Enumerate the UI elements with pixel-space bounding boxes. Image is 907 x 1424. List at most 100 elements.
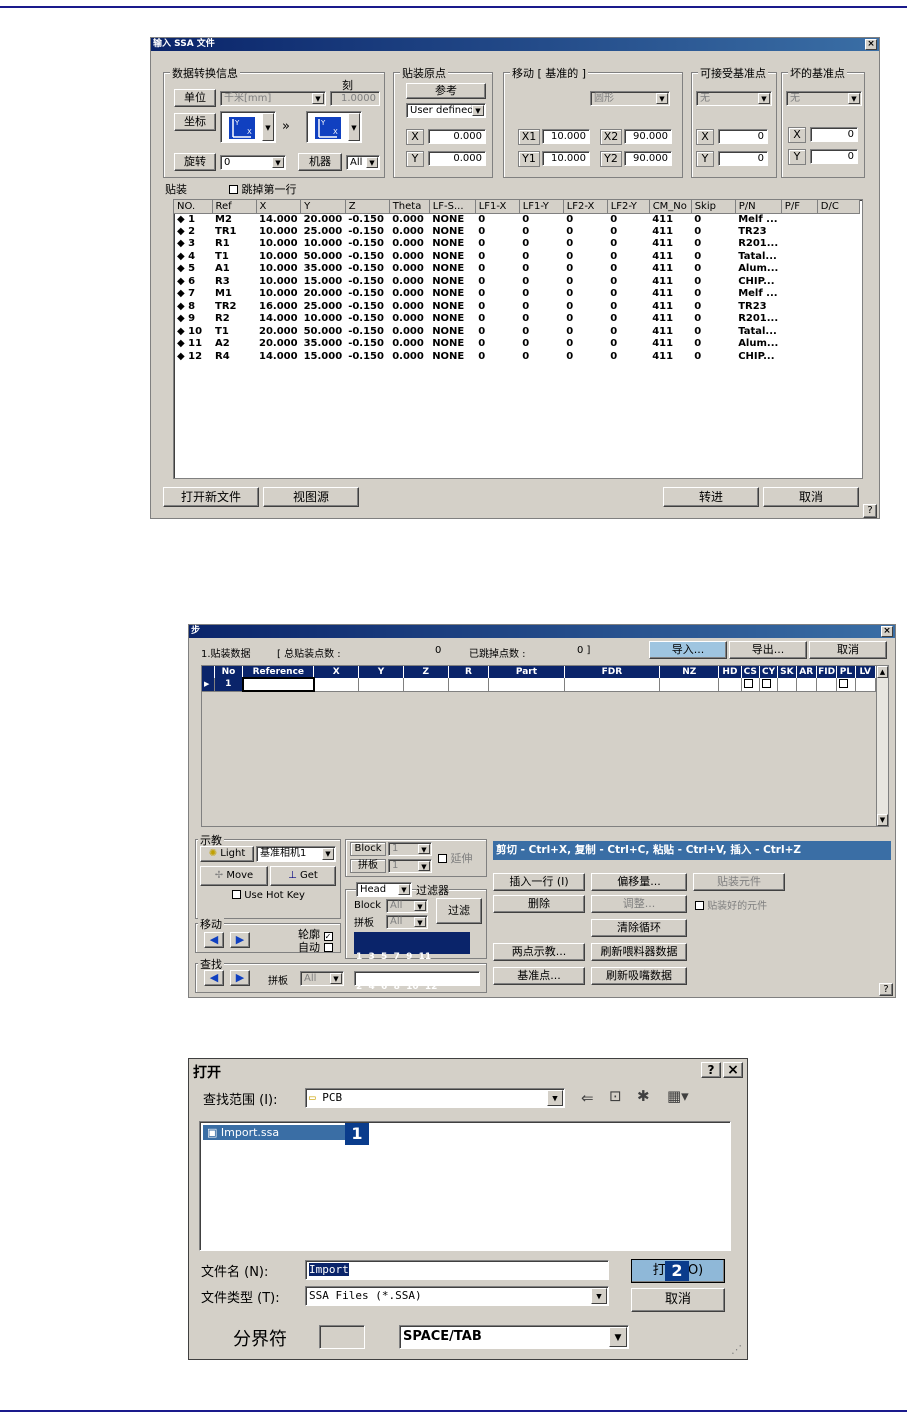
table-row[interactable]: ◆ 5 A1 10.000 35.000 -0.150 0.000 NONE 0 0 0 0 411 0… xyxy=(174,263,859,276)
grid-column-header[interactable]: HD xyxy=(718,666,742,678)
grid-cell[interactable] xyxy=(659,678,720,692)
origin-x-field[interactable]: 0.000 xyxy=(428,129,486,144)
back-icon[interactable]: ⇐ xyxy=(581,1089,594,1107)
column-header[interactable]: LF1-X xyxy=(475,200,520,214)
acceptable-y-field[interactable]: 0 xyxy=(718,151,768,166)
bad-fiducial-select[interactable]: 无 ▼ xyxy=(786,91,862,106)
export-button[interactable]: 导出... xyxy=(729,641,807,659)
y1-field[interactable]: 10.000 xyxy=(542,151,590,166)
column-header[interactable]: CM_No xyxy=(649,200,692,214)
bad-x-field[interactable]: 0 xyxy=(810,127,858,142)
resize-grip-icon[interactable]: ⋰ xyxy=(731,1343,742,1356)
acceptable-fiducial-select[interactable]: 无 ▼ xyxy=(696,91,772,106)
column-header[interactable]: X xyxy=(256,200,302,214)
column-header[interactable]: Theta xyxy=(389,200,430,214)
grid-cell[interactable] xyxy=(741,678,760,692)
grid-column-header[interactable]: LV xyxy=(855,666,877,678)
column-header[interactable]: D/C xyxy=(817,200,860,214)
look-in-select[interactable]: ▭ PCB ▼ xyxy=(305,1088,565,1108)
head-select[interactable]: Head ▼ xyxy=(356,882,412,897)
grid-column-header[interactable]: R xyxy=(448,666,490,678)
extend-checkbox[interactable]: 延伸 xyxy=(438,850,473,866)
delete-button[interactable]: 删除 xyxy=(493,895,585,913)
grid-column-header[interactable]: Y xyxy=(358,666,404,678)
origin-mode-select[interactable]: User defined ▼ xyxy=(406,103,486,118)
grid-column-header[interactable]: Z xyxy=(403,666,449,678)
table-row[interactable]: ◆ 3 R1 10.000 10.000 -0.150 0.000 NONE 0 0 0 0 411 0… xyxy=(174,238,859,251)
table-row[interactable]: ◆ 7 M1 10.000 20.000 -0.150 0.000 NONE 0 0 0 0 411 0… xyxy=(174,288,859,301)
grid-column-header[interactable]: CY xyxy=(759,666,779,678)
filetype-select[interactable]: SSA Files (*.SSA) ▼ xyxy=(305,1286,609,1306)
y2-field[interactable]: 90.000 xyxy=(624,151,672,166)
reference-button[interactable]: 参考 xyxy=(406,83,486,99)
find-prev-button[interactable]: ◀ xyxy=(204,970,224,986)
head-number-grid[interactable]: 1 3 5 7 9 11 2 4 6 8 10 12 xyxy=(354,932,470,992)
table-row[interactable]: ◆ 12 R4 14.000 15.000 -0.150 0.000 NONE 0 0 0 0 411… xyxy=(174,351,859,364)
view-source-button[interactable]: 视图源 xyxy=(263,487,359,507)
grid-column-header[interactable]: FID xyxy=(816,666,838,678)
auto-checkbox[interactable]: 自动 xyxy=(298,939,333,955)
adjust-button[interactable]: 调整... xyxy=(591,895,687,913)
offset-button[interactable]: 偏移量... xyxy=(591,873,687,891)
refresh-nozzle-button[interactable]: 刷新吸嘴数据 xyxy=(591,967,687,985)
grid-cell[interactable] xyxy=(777,678,797,692)
get-button[interactable]: ⊥ Get xyxy=(270,866,336,886)
checkbox-icon[interactable] xyxy=(743,678,753,688)
table-row[interactable]: ◆ 10 T1 20.000 50.000 -0.150 0.000 NONE 0 0 0 0 411… xyxy=(174,326,859,339)
grid-cell[interactable] xyxy=(358,678,404,692)
grid-column-header[interactable]: X xyxy=(313,666,360,678)
table-row[interactable]: ◆ 1 M2 14.000 20.000 -0.150 0.000 NONE 0 0 0 0 411 0… xyxy=(174,213,859,226)
block-select[interactable]: 1 ▼ xyxy=(388,842,432,856)
column-header[interactable]: Skip xyxy=(691,200,736,214)
file-item[interactable]: ▣ Import.ssa xyxy=(203,1125,349,1140)
grid-cell[interactable] xyxy=(718,678,742,692)
table-row[interactable]: ◆ 8 TR2 16.000 25.000 -0.150 0.000 NONE 0 0 0 0 411… xyxy=(174,301,859,314)
scroll-up-icon[interactable]: ▲ xyxy=(877,666,888,678)
help-button[interactable]: ? xyxy=(879,983,893,996)
grid-cell[interactable] xyxy=(403,678,449,692)
grid-column-header[interactable]: Part xyxy=(488,666,565,678)
filename-input[interactable]: Import xyxy=(305,1260,609,1280)
filter-block-select[interactable]: All ▼ xyxy=(386,899,428,913)
move-left-button[interactable]: ◀ xyxy=(204,932,224,948)
fiducial-button[interactable]: 基准点... xyxy=(493,967,585,985)
column-header[interactable]: Y xyxy=(300,200,346,214)
close-icon[interactable]: × xyxy=(865,39,877,50)
cancel-button[interactable]: 取消 xyxy=(809,641,887,659)
grid-column-header[interactable]: PL xyxy=(836,666,856,678)
view-menu-icon[interactable]: ▦▾ xyxy=(667,1087,689,1105)
find-board-select[interactable]: All ▼ xyxy=(300,971,344,986)
grid-cell[interactable] xyxy=(564,678,661,692)
grid-column-header[interactable]: No xyxy=(214,666,244,678)
grid-scrollbar[interactable]: ▲ ▼ xyxy=(876,666,888,826)
help-button[interactable]: ? xyxy=(701,1062,721,1078)
cancel-button[interactable]: 取消 xyxy=(763,487,859,507)
column-header[interactable]: LF1-Y xyxy=(519,200,564,214)
skip-first-row-checkbox[interactable]: 跳掉第一行 xyxy=(229,181,297,197)
grid-column-header[interactable]: SK xyxy=(777,666,797,678)
refresh-feeder-button[interactable]: 刷新喂料器数据 xyxy=(591,943,687,961)
unit-select[interactable]: 千米[mm] ▼ xyxy=(220,91,326,106)
grid-column-header[interactable]: AR xyxy=(796,666,817,678)
grid-cell[interactable] xyxy=(816,678,838,692)
insert-row-button[interactable]: 插入一行 (I) xyxy=(493,873,585,891)
mount-part-button[interactable]: 贴装元件 xyxy=(693,873,785,891)
table-row[interactable]: ◆ 4 T1 10.000 50.000 -0.150 0.000 NONE 0 0 0 0 411 0… xyxy=(174,251,859,264)
column-header[interactable]: LF2-X xyxy=(563,200,608,214)
grid-row[interactable]: ▶ 1 xyxy=(202,677,877,692)
rotate-select[interactable]: 0 ▼ xyxy=(220,155,286,170)
checkbox-icon[interactable] xyxy=(761,678,771,688)
grid-column-header[interactable]: NZ xyxy=(659,666,720,678)
find-next-button[interactable]: ▶ xyxy=(230,970,250,986)
column-header[interactable]: Z xyxy=(345,200,390,214)
rotate-button[interactable]: 旋转 xyxy=(174,153,216,171)
table-row[interactable]: ◆ 11 A2 20.000 35.000 -0.150 0.000 NONE 0 0 0 0 411… xyxy=(174,338,859,351)
column-header[interactable]: LF2-Y xyxy=(607,200,650,214)
light-button[interactable]: ✺ Light xyxy=(200,846,254,862)
column-header[interactable]: Ref xyxy=(212,200,257,214)
grid-column-header[interactable]: FDR xyxy=(564,666,661,678)
board-select[interactable]: 1 ▼ xyxy=(388,859,432,873)
column-header[interactable]: NO. xyxy=(174,200,213,214)
up-folder-icon[interactable]: ⊡ xyxy=(609,1087,622,1105)
machine-button[interactable]: 机器 xyxy=(298,153,342,171)
